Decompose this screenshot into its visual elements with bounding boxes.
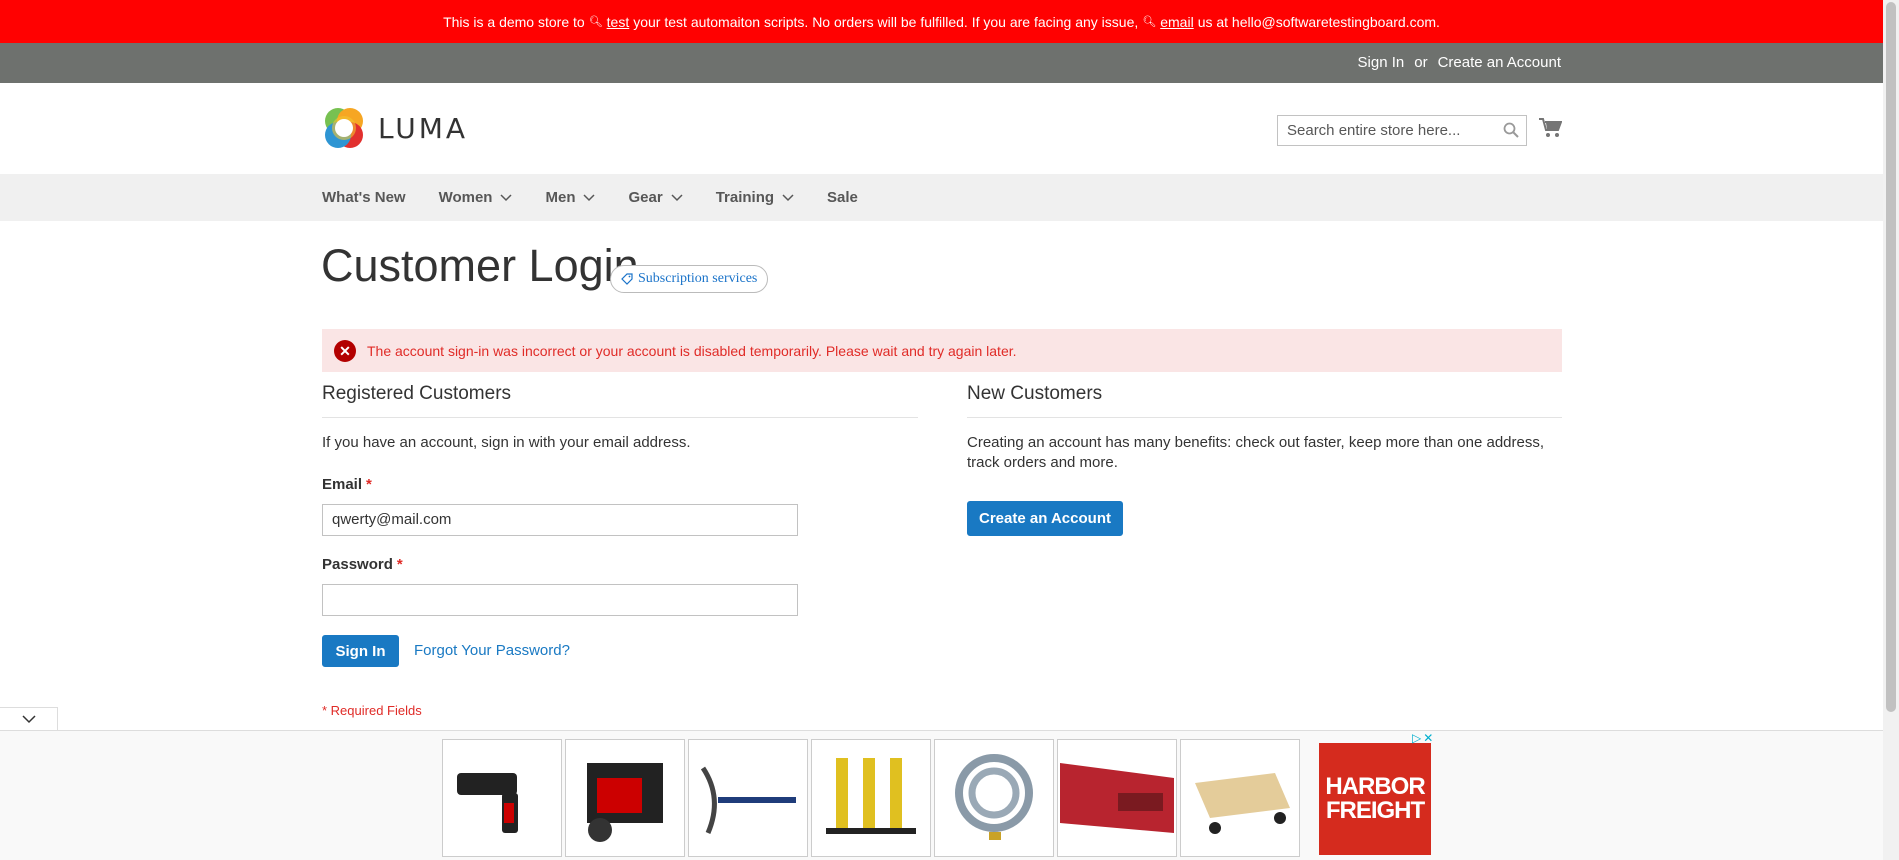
forgot-password-link[interactable]: Forgot Your Password? bbox=[414, 642, 570, 659]
password-label: Password * bbox=[322, 556, 403, 573]
email-label-text: Email bbox=[322, 476, 363, 493]
drill-icon bbox=[457, 773, 518, 833]
brand-line-2: FREIGHT bbox=[1325, 797, 1425, 824]
logo-text: LUMA bbox=[378, 111, 469, 145]
new-customers-block: New Customers Creating an account has ma… bbox=[967, 380, 1562, 536]
ad-product-tile[interactable] bbox=[565, 739, 685, 857]
main-nav: What's New Women Men Gear Training Sale bbox=[0, 174, 1883, 221]
brand-line-1: HARBOR bbox=[1325, 773, 1425, 800]
create-account-link[interactable]: Create an Account bbox=[1438, 54, 1561, 71]
demo-test-link[interactable]: test bbox=[607, 14, 630, 30]
password-field[interactable] bbox=[322, 584, 798, 616]
registered-customers-block: Registered Customers If you have an acco… bbox=[322, 380, 918, 718]
tag-icon bbox=[621, 273, 633, 285]
nav-label: Training bbox=[715, 189, 775, 206]
nav-item-sale[interactable]: Sale bbox=[827, 189, 858, 206]
harbor-freight-logo[interactable]: HARBOR FREIGHT bbox=[1319, 743, 1431, 855]
error-message: ✕ The account sign-in was incorrect or y… bbox=[322, 329, 1562, 372]
search-icon[interactable] bbox=[1503, 122, 1519, 138]
registered-intro: If you have an account, sign in with you… bbox=[322, 434, 691, 451]
adchoices-icon[interactable]: ▷ bbox=[1412, 731, 1421, 745]
required-mark: * bbox=[366, 476, 372, 493]
demo-notice-bar: This is a demo store to 🔍︎ test your tes… bbox=[0, 0, 1883, 43]
nav-label: What's New bbox=[322, 189, 406, 206]
required-mark: * bbox=[396, 556, 403, 573]
ad-banner: HARBOR FREIGHT ▷ ✕ bbox=[0, 730, 1883, 860]
chevron-down-icon bbox=[671, 193, 683, 201]
ad-product-tile[interactable] bbox=[1057, 739, 1177, 857]
stands-icon bbox=[826, 758, 916, 834]
or-text: or bbox=[1414, 54, 1428, 71]
chevron-down-icon bbox=[583, 193, 596, 201]
search-input[interactable]: Search entire store here... bbox=[1277, 115, 1527, 146]
hose-icon bbox=[955, 754, 1033, 840]
luma-logo-icon bbox=[325, 108, 363, 148]
demo-notice-text-1: This is a demo store to bbox=[443, 13, 585, 30]
dolly-icon bbox=[1195, 773, 1290, 834]
top-links-bar: Sign In or Create an Account bbox=[0, 43, 1883, 83]
required-fields-note: * Required Fields bbox=[322, 703, 422, 718]
pickaxe-icon bbox=[700, 766, 796, 834]
password-label-text: Password bbox=[322, 556, 393, 573]
demo-notice-text-2: your test automaiton scripts. No orders … bbox=[633, 13, 1139, 30]
close-icon[interactable]: ✕ bbox=[1423, 731, 1433, 745]
chevron-down-icon bbox=[21, 715, 36, 724]
ad-choices[interactable]: ▷ ✕ bbox=[1412, 731, 1433, 745]
nav-item-whats-new[interactable]: What's New bbox=[322, 189, 406, 206]
error-text: The account sign-in was incorrect or you… bbox=[367, 342, 1017, 359]
nav-item-gear[interactable]: Gear bbox=[628, 189, 683, 206]
store-logo[interactable]: LUMA bbox=[322, 105, 468, 151]
sign-in-button[interactable]: Sign In bbox=[322, 635, 399, 667]
subscription-services-badge[interactable]: Subscription services bbox=[610, 265, 769, 293]
ad-product-tile[interactable] bbox=[811, 739, 931, 857]
nav-item-men[interactable]: Men bbox=[545, 189, 596, 206]
demo-email-link[interactable]: email bbox=[1160, 14, 1193, 30]
new-customers-title: New Customers bbox=[967, 380, 1562, 418]
email-label: Email * bbox=[322, 476, 372, 493]
email-field[interactable]: qwerty@mail.com bbox=[322, 504, 798, 536]
nav-label: Gear bbox=[628, 189, 663, 206]
header: LUMA Search entire store here... bbox=[0, 83, 1883, 174]
nav-item-training[interactable]: Training bbox=[716, 189, 794, 206]
nav-item-women[interactable]: Women bbox=[439, 189, 513, 206]
magnifier-icon: 🔍︎ bbox=[1142, 16, 1157, 28]
ad-product-tile[interactable] bbox=[688, 739, 808, 857]
create-account-button[interactable]: Create an Account bbox=[967, 501, 1123, 536]
ad-product-tile[interactable] bbox=[1180, 739, 1300, 857]
chevron-down-icon bbox=[500, 193, 513, 201]
chevron-down-icon bbox=[782, 193, 794, 201]
ad-collapse-toggle[interactable] bbox=[0, 707, 58, 731]
registered-customers-title: Registered Customers bbox=[322, 380, 918, 418]
demo-notice-text-3: us at hello@softwaretestingboard.com. bbox=[1197, 13, 1440, 30]
magnifier-icon: 🔍︎ bbox=[588, 16, 603, 28]
search-placeholder: Search entire store here... bbox=[1287, 122, 1461, 139]
badge-label: Subscription services bbox=[638, 271, 758, 286]
cart-icon[interactable] bbox=[1538, 117, 1562, 139]
truck-bed-icon bbox=[1060, 763, 1174, 833]
page-scrollbar[interactable] bbox=[1883, 0, 1899, 860]
error-icon: ✕ bbox=[334, 340, 356, 362]
scrollbar-thumb[interactable] bbox=[1886, 2, 1896, 712]
generator-icon bbox=[587, 763, 663, 842]
nav-label: Sale bbox=[827, 189, 858, 206]
email-value: qwerty@mail.com bbox=[332, 511, 452, 528]
new-customers-text: Creating an account has many benefits: c… bbox=[967, 434, 1545, 471]
ad-product-tile[interactable] bbox=[934, 739, 1054, 857]
page-title: Customer Login bbox=[321, 240, 639, 291]
sign-in-link[interactable]: Sign In bbox=[1358, 54, 1405, 71]
nav-label: Men bbox=[545, 189, 576, 206]
ad-product-tile[interactable] bbox=[442, 739, 562, 857]
nav-label: Women bbox=[438, 189, 493, 206]
